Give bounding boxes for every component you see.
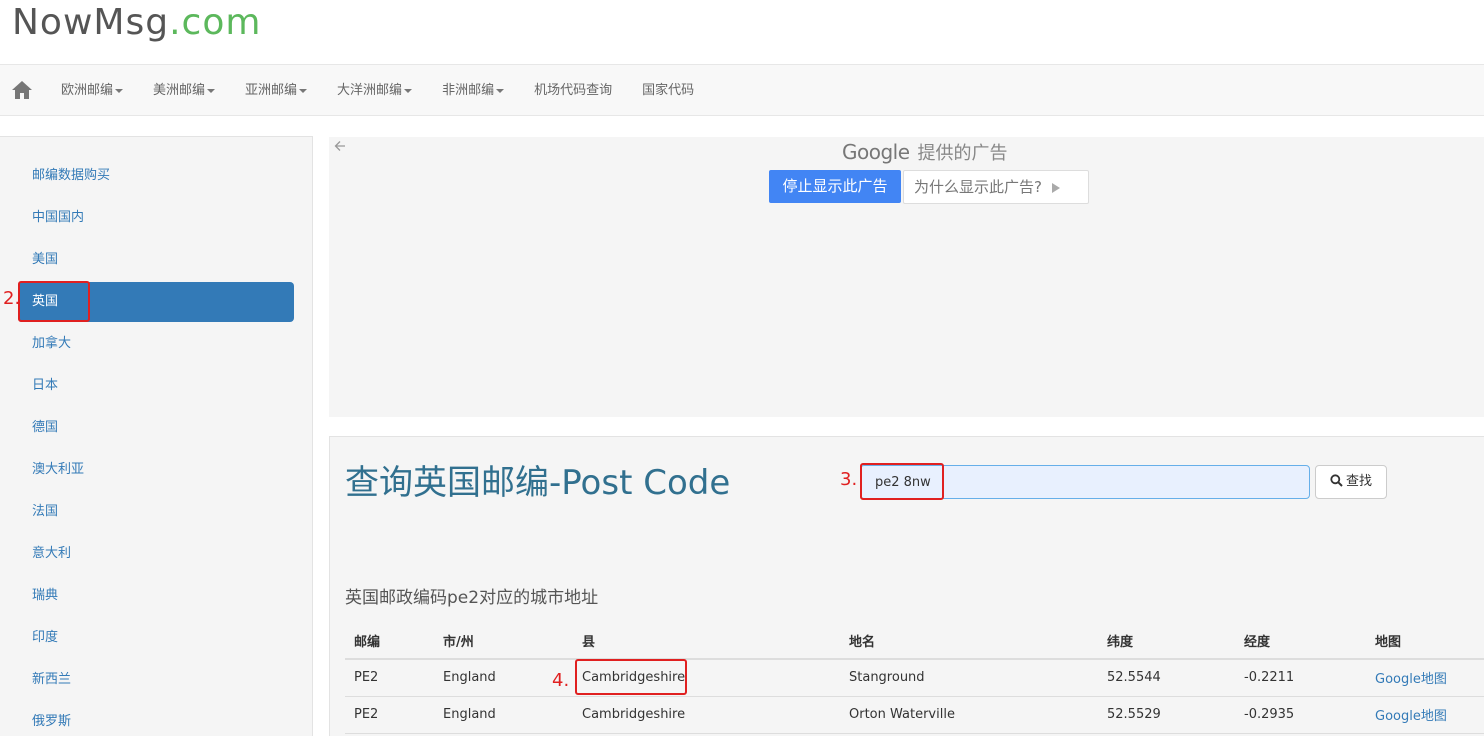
search-button[interactable]: 查找 bbox=[1315, 465, 1387, 499]
arrow-left-icon[interactable] bbox=[333, 137, 347, 159]
result-subtitle: 英国邮政编码pe2对应的城市地址 bbox=[345, 588, 599, 608]
sidebar-item-italy[interactable]: 意大利 bbox=[18, 534, 294, 574]
ad-provided-text: 提供的广告 bbox=[917, 143, 1008, 164]
cell-county: Cambridgeshire bbox=[573, 696, 840, 734]
why-ad-label: 为什么显示此广告? bbox=[914, 178, 1042, 196]
play-icon bbox=[1051, 182, 1060, 193]
sidebar-item-canada[interactable]: 加拿大 bbox=[18, 324, 294, 364]
page-title: 查询英国邮编-Post Code bbox=[345, 463, 731, 503]
cell-latitude: 52.5529 bbox=[1098, 696, 1235, 734]
home-icon[interactable] bbox=[10, 79, 34, 101]
col-header-place: 地名 bbox=[840, 623, 1098, 660]
col-header-postcode: 邮编 bbox=[345, 623, 434, 660]
sidebar-item-new-zealand[interactable]: 新西兰 bbox=[18, 660, 294, 700]
search-button-label: 查找 bbox=[1345, 474, 1372, 489]
nav-item-americas[interactable]: 美洲邮编 bbox=[138, 65, 230, 117]
sidebar-item-india[interactable]: 印度 bbox=[18, 618, 294, 658]
cell-postcode: PE2 bbox=[345, 659, 434, 697]
annotation-label-2: 2. bbox=[3, 288, 21, 309]
caret-down-icon bbox=[404, 88, 413, 93]
cell-place: Orton Waterville bbox=[840, 696, 1098, 734]
table-row: PE2 England Cambridgeshire Stanground 52… bbox=[345, 659, 1484, 697]
annotation-label-4: 4. bbox=[552, 670, 570, 691]
why-ad-button[interactable]: 为什么显示此广告? bbox=[903, 170, 1089, 204]
sidebar-item-russia[interactable]: 俄罗斯 bbox=[18, 702, 294, 742]
logo-brand: NowMsg bbox=[12, 2, 170, 43]
search-icon bbox=[1330, 474, 1343, 487]
nav-item-africa[interactable]: 非洲邮编 bbox=[427, 65, 519, 117]
cell-latitude: 52.5544 bbox=[1098, 659, 1235, 697]
google-wordmark: Google bbox=[842, 140, 910, 164]
nav-item-country-code[interactable]: 国家代码 bbox=[627, 65, 709, 117]
top-navbar: 欧洲邮编 美洲邮编 亚洲邮编 大洋洲邮编 非洲邮编 机场代码查询 国家代码 bbox=[0, 64, 1484, 116]
nav-item-airport-code[interactable]: 机场代码查询 bbox=[519, 65, 627, 117]
sidebar-item-germany[interactable]: 德国 bbox=[18, 408, 294, 448]
sidebar: 邮编数据购买 中国国内 美国 英国 加拿大 日本 德国 澳大利亚 法国 意大利 … bbox=[0, 136, 313, 736]
sidebar-item-data-purchase[interactable]: 邮编数据购买 bbox=[18, 156, 294, 196]
nav-item-asia[interactable]: 亚洲邮编 bbox=[230, 65, 322, 117]
cell-postcode: PE2 bbox=[345, 696, 434, 734]
main-panel: 查询英国邮编-Post Code 3. 查找 英国邮政编码pe2对应的城市地址 … bbox=[329, 436, 1484, 736]
nav-item-europe[interactable]: 欧洲邮编 bbox=[46, 65, 138, 117]
sidebar-item-sweden[interactable]: 瑞典 bbox=[18, 576, 294, 616]
col-header-map: 地图 bbox=[1366, 623, 1484, 660]
sidebar-item-france[interactable]: 法国 bbox=[18, 492, 294, 532]
annotation-box-4 bbox=[575, 659, 687, 695]
col-header-city-state: 市/州 bbox=[434, 623, 573, 660]
table-header-row: 邮编 市/州 县 地名 纬度 经度 地图 bbox=[345, 623, 1484, 660]
cell-longitude: -0.2935 bbox=[1235, 696, 1366, 734]
results-table: 邮编 市/州 县 地名 纬度 经度 地图 PE2 England Cambrid… bbox=[345, 623, 1484, 734]
col-header-county: 县 bbox=[573, 623, 840, 660]
google-map-link[interactable]: Google地图 bbox=[1375, 709, 1447, 724]
ad-area: Google 提供的广告 停止显示此广告 为什么显示此广告? bbox=[329, 137, 1484, 417]
cell-map: Google地图 bbox=[1366, 659, 1484, 697]
annotation-box-3 bbox=[860, 463, 944, 500]
caret-down-icon bbox=[496, 88, 505, 93]
cell-city-state: England bbox=[434, 696, 573, 734]
stop-ad-button[interactable]: 停止显示此广告 bbox=[769, 170, 901, 203]
google-map-link[interactable]: Google地图 bbox=[1375, 672, 1447, 687]
cell-map: Google地图 bbox=[1366, 696, 1484, 734]
sidebar-item-china[interactable]: 中国国内 bbox=[18, 198, 294, 238]
ad-google-label: Google 提供的广告 bbox=[842, 139, 1008, 165]
nav-item-oceania[interactable]: 大洋洲邮编 bbox=[322, 65, 427, 117]
annotation-box-2 bbox=[18, 281, 90, 322]
site-logo[interactable]: NowMsg.com bbox=[12, 2, 261, 50]
cell-place: Stanground bbox=[840, 659, 1098, 697]
sidebar-item-australia[interactable]: 澳大利亚 bbox=[18, 450, 294, 490]
cell-longitude: -0.2211 bbox=[1235, 659, 1366, 697]
caret-down-icon bbox=[207, 88, 216, 93]
annotation-label-3: 3. bbox=[840, 469, 858, 490]
caret-down-icon bbox=[115, 88, 124, 93]
col-header-longitude: 经度 bbox=[1235, 623, 1366, 660]
sidebar-item-usa[interactable]: 美国 bbox=[18, 240, 294, 280]
nav-menu: 欧洲邮编 美洲邮编 亚洲邮编 大洋洲邮编 非洲邮编 机场代码查询 国家代码 bbox=[46, 65, 709, 117]
caret-down-icon bbox=[299, 88, 308, 93]
col-header-latitude: 纬度 bbox=[1098, 623, 1235, 660]
table-row: PE2 England Cambridgeshire Orton Watervi… bbox=[345, 696, 1484, 734]
logo-tld: .com bbox=[169, 2, 262, 43]
sidebar-item-japan[interactable]: 日本 bbox=[18, 366, 294, 406]
